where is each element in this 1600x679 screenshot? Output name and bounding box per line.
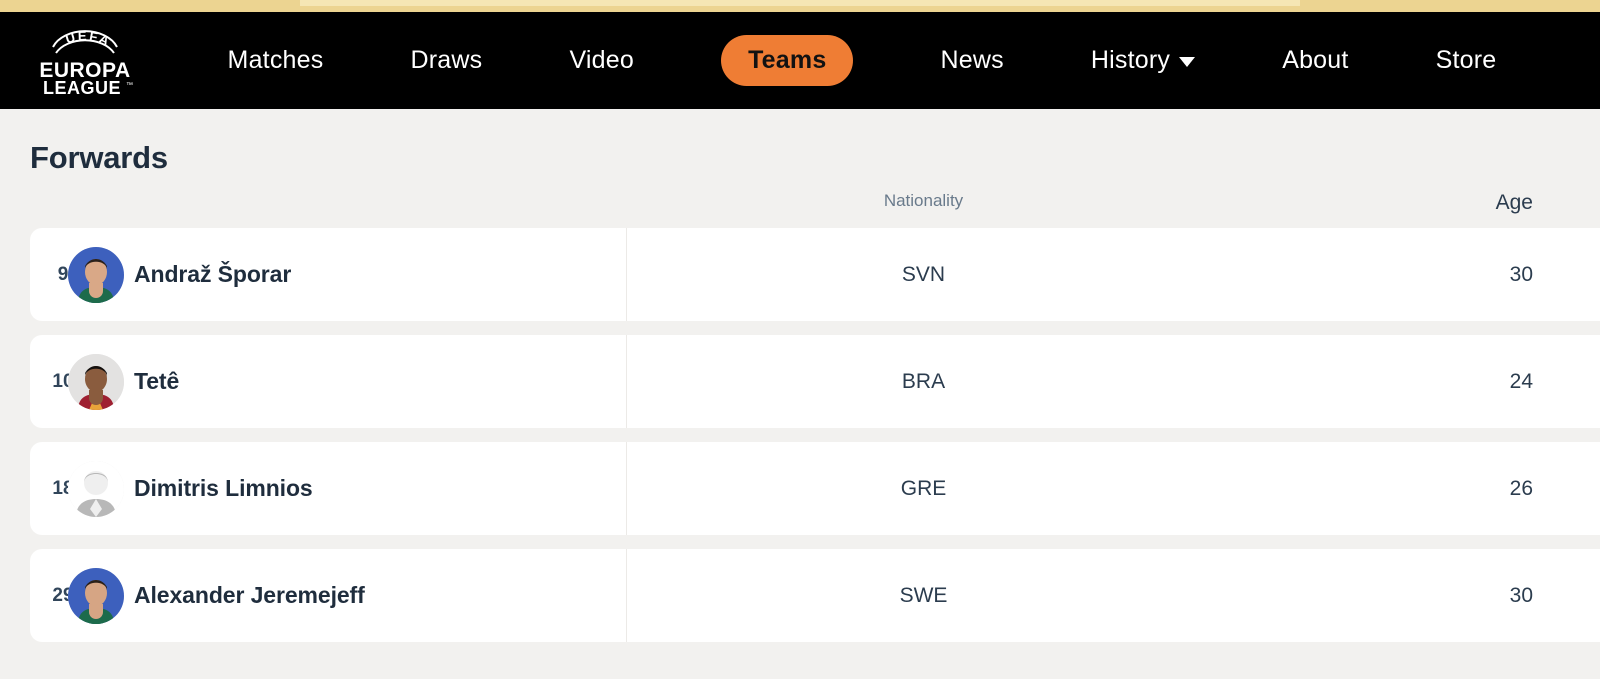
table-row[interactable]: 18 Dimitris Limnios GRE 26 bbox=[30, 442, 1600, 535]
column-header-nationality: Nationality bbox=[883, 191, 964, 210]
player-avatar bbox=[68, 353, 124, 410]
table-row[interactable]: 29 Alexander Jeremejeff SWE 30 bbox=[30, 549, 1600, 642]
nav-item-draws-label: Draws bbox=[410, 46, 483, 74]
nav-item-about-label: About bbox=[1282, 46, 1349, 74]
player-avatar bbox=[68, 246, 124, 303]
player-nationality: BRA bbox=[901, 369, 946, 393]
nav-item-video-label: Video bbox=[569, 46, 634, 74]
chevron-down-icon bbox=[1179, 57, 1196, 67]
table-column-headers: Nationality Age bbox=[0, 191, 1600, 214]
player-nationality: GRE bbox=[900, 476, 947, 500]
column-header-age: Age bbox=[1495, 191, 1533, 214]
player-age: 30 bbox=[1509, 583, 1533, 607]
page-title: Forwards bbox=[30, 140, 168, 175]
player-name[interactable]: Tetê bbox=[134, 368, 179, 395]
player-age: 30 bbox=[1509, 262, 1533, 286]
nav-item-teams[interactable]: Teams bbox=[721, 35, 854, 86]
table-row[interactable]: 10 Tetê BRA 24 bbox=[30, 335, 1600, 428]
svg-text:LEAGUE: LEAGUE bbox=[43, 78, 121, 97]
page-content: Forwards Nationality Age 9 Andraž Šporar… bbox=[0, 109, 1600, 679]
nav-item-store[interactable]: Store bbox=[1436, 46, 1497, 75]
nav-item-history[interactable]: History bbox=[1090, 46, 1196, 75]
nav-item-video[interactable]: Video bbox=[569, 46, 634, 75]
player-age: 26 bbox=[1509, 476, 1533, 500]
player-name[interactable]: Andraž Šporar bbox=[134, 261, 291, 288]
nav-item-matches-label: Matches bbox=[227, 46, 324, 74]
nav-item-draws[interactable]: Draws bbox=[411, 46, 483, 75]
uefa-europa-league-logo[interactable]: UEFA EUROPA LEAGUE ™ bbox=[26, 25, 144, 97]
nav-item-store-label: Store bbox=[1435, 46, 1497, 74]
player-nationality: SVN bbox=[901, 262, 946, 286]
top-accent-strip-highlight bbox=[300, 0, 1300, 6]
nav-item-teams-label: Teams bbox=[748, 46, 827, 74]
player-age: 24 bbox=[1509, 369, 1533, 393]
nav-item-news-label: News bbox=[940, 46, 1004, 74]
svg-text:™: ™ bbox=[126, 82, 133, 89]
player-nationality: SWE bbox=[899, 583, 948, 607]
nav-links-container: Matches Draws Video Teams News History A… bbox=[144, 12, 1600, 109]
player-rows-list: 9 Andraž Šporar SVN 30 10 Tetê BRA 24 18 bbox=[0, 228, 1600, 656]
player-name[interactable]: Dimitris Limnios bbox=[134, 475, 313, 502]
nav-item-news[interactable]: News bbox=[941, 46, 1004, 75]
nav-item-matches[interactable]: Matches bbox=[228, 46, 324, 75]
top-accent-strip bbox=[0, 0, 1600, 12]
table-row[interactable]: 9 Andraž Šporar SVN 30 bbox=[30, 228, 1600, 321]
main-navigation-bar: UEFA EUROPA LEAGUE ™ Matches Draws Video… bbox=[0, 12, 1600, 109]
player-avatar bbox=[68, 460, 124, 517]
nav-item-about[interactable]: About bbox=[1282, 46, 1348, 75]
player-avatar bbox=[68, 567, 124, 624]
player-name[interactable]: Alexander Jeremejeff bbox=[134, 582, 365, 609]
nav-item-history-label: History bbox=[1090, 46, 1171, 74]
